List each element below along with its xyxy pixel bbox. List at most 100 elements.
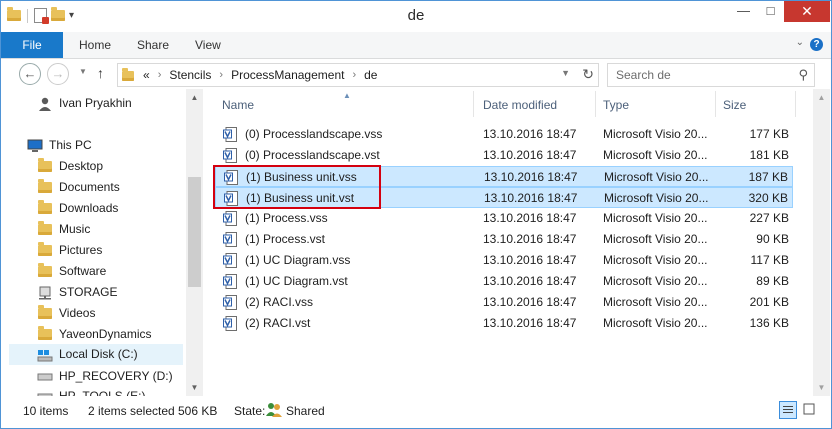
file-row[interactable]: (1) Process.vst 13.10.2016 18:47 Microsoft…: [215, 229, 793, 250]
file-date: 13.10.2016 18:47: [483, 316, 577, 330]
details-view-button[interactable]: [779, 401, 797, 419]
file-row[interactable]: (2) RACI.vss 13.10.2016 18:47 Microsoft Vi…: [215, 292, 793, 313]
breadcrumb-overflow[interactable]: «: [143, 68, 150, 82]
scroll-down-icon[interactable]: ▼: [186, 379, 203, 396]
nav-item-hp-recovery[interactable]: HP_RECOVERY (D:): [37, 366, 185, 387]
minimize-button[interactable]: —: [730, 1, 757, 22]
up-button[interactable]: ↑: [97, 65, 104, 81]
search-box[interactable]: ⚲: [607, 63, 815, 87]
selection-count: 2 items selected: [88, 404, 175, 418]
tab-share[interactable]: Share: [137, 32, 169, 58]
nav-item-videos[interactable]: Videos: [37, 303, 185, 324]
close-button[interactable]: ✕: [784, 1, 830, 22]
nav-item-storage[interactable]: STORAGE: [37, 282, 185, 303]
file-size: 89 KB: [756, 274, 789, 288]
nav-item-hp-tools[interactable]: HP_TOOLS (E:): [37, 386, 185, 396]
nav-item-documents[interactable]: Documents: [37, 177, 185, 198]
nav-item-music[interactable]: Music: [37, 219, 185, 240]
visio-file-icon: [223, 127, 237, 142]
expand-ribbon-icon[interactable]: ⌄: [796, 37, 804, 48]
nav-item-label: Documents: [59, 180, 120, 194]
nav-item-label: HP_RECOVERY (D:): [59, 369, 173, 383]
file-row[interactable]: (1) UC Diagram.vss 13.10.2016 18:47 Micros…: [215, 250, 793, 271]
nav-item-label: Pictures: [59, 243, 103, 257]
file-row[interactable]: (2) RACI.vst 13.10.2016 18:47 Microsoft Vi…: [215, 313, 793, 334]
refresh-icon[interactable]: ↻: [582, 66, 594, 83]
column-divider[interactable]: [595, 91, 596, 117]
address-dropdown-icon[interactable]: ▼: [561, 68, 570, 78]
nav-item-desktop[interactable]: Desktop: [37, 156, 185, 177]
address-bar[interactable]: « › Stencils › ProcessManagement › de ▼ …: [117, 63, 599, 87]
file-date: 13.10.2016 18:47: [483, 211, 577, 225]
nav-item-label: Music: [59, 222, 91, 236]
folder-icon: [37, 179, 53, 193]
file-type: Microsoft Visio 20...: [603, 211, 708, 225]
file-date: 13.10.2016 18:47: [483, 295, 577, 309]
file-row[interactable]: (1) Business unit.vss 13.10.2016 18:47 Mic…: [215, 166, 793, 187]
nav-pane-scrollbar[interactable]: ▲ ▼: [186, 89, 203, 396]
selection-size: 506 KB: [178, 404, 218, 418]
help-icon[interactable]: ?: [810, 38, 823, 51]
scrollbar-thumb[interactable]: [188, 177, 201, 287]
file-name: (1) Business unit.vst: [246, 191, 355, 205]
large-icons-view-button[interactable]: [801, 401, 819, 419]
file-size: 181 KB: [749, 148, 789, 162]
nav-item-software[interactable]: Software: [37, 261, 185, 282]
file-name: (2) RACI.vst: [245, 316, 311, 330]
breadcrumb-processmanagement[interactable]: ProcessManagement: [231, 68, 344, 82]
file-row[interactable]: (1) UC Diagram.vst 13.10.2016 18:47 Micros…: [215, 271, 793, 292]
maximize-button[interactable]: □: [757, 1, 784, 22]
file-row[interactable]: (0) Processlandscape.vss 13.10.2016 18:47…: [215, 124, 793, 145]
nav-item-downloads[interactable]: Downloads: [37, 198, 185, 219]
search-input[interactable]: [614, 67, 788, 83]
nav-item-label: STORAGE: [59, 285, 118, 299]
nav-item-local-disk[interactable]: Local Disk (C:): [9, 344, 183, 365]
back-button[interactable]: ←: [19, 63, 41, 85]
visio-file-icon: [224, 170, 238, 185]
forward-button[interactable]: →: [47, 63, 69, 85]
tab-home[interactable]: Home: [79, 32, 111, 58]
scroll-up-icon[interactable]: ▲: [186, 89, 203, 106]
file-list-scrollbar[interactable]: ▲ ▼: [813, 89, 830, 396]
file-name: (1) UC Diagram.vst: [245, 274, 348, 288]
status-bar: 10 items 2 items selected 506 KB State: …: [1, 398, 831, 428]
column-divider[interactable]: [715, 91, 716, 117]
column-divider[interactable]: [473, 91, 474, 117]
column-date[interactable]: Date modified: [483, 98, 557, 112]
nav-item-label: Videos: [59, 306, 96, 320]
nav-item-user[interactable]: Ivan Pryakhin: [37, 93, 185, 114]
file-row[interactable]: (1) Business unit.vst 13.10.2016 18:47 Mic…: [215, 187, 793, 208]
file-size: 227 KB: [749, 211, 789, 225]
file-row[interactable]: (0) Processlandscape.vst 13.10.2016 18:47…: [215, 145, 793, 166]
computer-icon: [27, 139, 43, 153]
column-name[interactable]: Name: [222, 98, 254, 112]
column-divider[interactable]: [795, 91, 796, 117]
file-size: 187 KB: [748, 170, 788, 184]
search-icon[interactable]: ⚲: [798, 67, 808, 83]
nav-item-pictures[interactable]: Pictures: [37, 240, 185, 261]
visio-file-icon: [223, 148, 237, 163]
file-type: Microsoft Visio 20...: [604, 191, 709, 205]
nav-item-this-pc[interactable]: This PC: [27, 135, 185, 156]
chevron-right-icon[interactable]: ›: [352, 69, 356, 81]
file-row[interactable]: (1) Process.vss 13.10.2016 18:47 Microsoft…: [215, 208, 793, 229]
chevron-right-icon[interactable]: ›: [219, 69, 223, 81]
nav-item-yaveondynamics[interactable]: YaveonDynamics: [37, 324, 185, 345]
breadcrumb-stencils[interactable]: Stencils: [169, 68, 211, 82]
tab-view[interactable]: View: [195, 32, 221, 58]
column-type[interactable]: Type: [603, 98, 629, 112]
file-type: Microsoft Visio 20...: [603, 232, 708, 246]
column-size[interactable]: Size: [723, 98, 746, 112]
recent-locations-dropdown[interactable]: ▼: [79, 67, 87, 76]
nav-item-label: YaveonDynamics: [59, 327, 152, 341]
nav-item-label: Downloads: [59, 201, 119, 215]
folder-icon: [37, 200, 53, 214]
scroll-up-icon[interactable]: ▲: [813, 89, 830, 106]
nav-item-label: Local Disk (C:): [59, 347, 138, 361]
ribbon-tabs: File Home Share View ⌄ ?: [1, 32, 831, 59]
breadcrumb-de[interactable]: de: [364, 68, 377, 82]
tab-file[interactable]: File: [1, 32, 63, 58]
scroll-down-icon[interactable]: ▼: [813, 379, 830, 396]
file-date: 13.10.2016 18:47: [483, 148, 577, 162]
file-date: 13.10.2016 18:47: [483, 253, 577, 267]
